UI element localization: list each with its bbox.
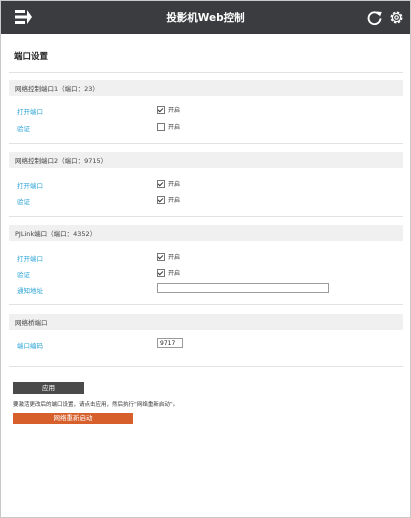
checkbox-box[interactable] <box>157 122 165 131</box>
section-header-network-bridge: 网络桥端口 <box>9 314 403 330</box>
checkbox-label: 开启 <box>168 181 181 188</box>
network-restart-button[interactable]: 网络重新启动 <box>13 413 133 424</box>
section-header-network-port-2: 网络控制端口2（端口：9715） <box>9 152 403 168</box>
section-title: 网络控制端口2（端口：9715） <box>15 157 108 165</box>
gear-icon[interactable] <box>388 9 405 26</box>
port-number-input[interactable] <box>157 338 183 348</box>
checkbox-label: 开启 <box>168 270 181 277</box>
apply-button[interactable]: 应用 <box>13 382 84 394</box>
apply-hint-text: 要激活更改后的端口设置，请点击应用，然后执行“网络重新启动”。 <box>13 402 179 408</box>
checkbox-label: 开启 <box>168 254 181 261</box>
divider <box>9 143 403 144</box>
refresh-icon[interactable] <box>366 9 383 26</box>
checkbox-box[interactable] <box>157 195 165 204</box>
auth-label: 验证 <box>17 198 30 206</box>
pjlink-auth-checkbox[interactable]: 开启 <box>157 268 180 277</box>
port2-open-checkbox[interactable]: 开启 <box>157 179 180 188</box>
checkbox-box[interactable] <box>157 179 165 188</box>
checkbox-label: 开启 <box>168 197 181 204</box>
section-title: 网络桥端口 <box>15 319 48 327</box>
notify-address-label: 通知地址 <box>17 287 43 295</box>
app-title: 投影机Web控制 <box>166 12 245 24</box>
checkbox-box[interactable] <box>157 105 165 114</box>
projector-web-control-window: 投影机Web控制 端口设置 网络控制端口1（端口：23） 打开端口 开启 验证 … <box>0 0 411 518</box>
page-title: 端口设置 <box>14 52 49 62</box>
checkbox-label: 开启 <box>168 107 181 114</box>
section-title: PJLink端口（端口：4352） <box>15 230 97 238</box>
checkbox-box[interactable] <box>157 252 165 261</box>
divider <box>9 366 403 367</box>
checkbox-label: 开启 <box>168 124 181 131</box>
divider <box>9 72 403 73</box>
checkbox-box[interactable] <box>157 268 165 277</box>
open-port-label: 打开端口 <box>17 182 43 190</box>
section-title: 网络控制端口1（端口：23） <box>15 85 99 93</box>
open-port-label: 打开端口 <box>17 108 43 116</box>
port1-auth-checkbox[interactable]: 开启 <box>157 122 180 131</box>
top-bar: 投影机Web控制 <box>1 1 410 34</box>
auth-label: 验证 <box>17 125 30 133</box>
auth-label: 验证 <box>17 271 30 279</box>
divider <box>9 304 403 305</box>
section-header-network-port-1: 网络控制端口1（端口：23） <box>9 80 403 96</box>
open-port-label: 打开端口 <box>17 255 43 263</box>
port1-open-checkbox[interactable]: 开启 <box>157 105 180 114</box>
port-number-label: 端口编码 <box>17 342 43 350</box>
divider <box>9 216 403 217</box>
port2-auth-checkbox[interactable]: 开启 <box>157 195 180 204</box>
pjlink-open-checkbox[interactable]: 开启 <box>157 252 180 261</box>
notify-address-input[interactable] <box>157 283 329 293</box>
section-header-pjlink-port: PJLink端口（端口：4352） <box>9 225 403 241</box>
